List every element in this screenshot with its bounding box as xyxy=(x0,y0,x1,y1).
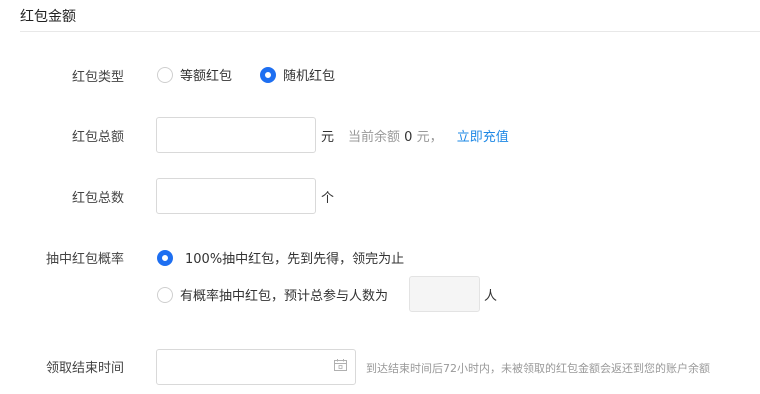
radio-circle xyxy=(157,66,173,83)
radio-label: 随机红包 xyxy=(283,69,336,84)
recharge-link[interactable]: 立即充值 xyxy=(457,130,509,145)
end-time-hint: 到达结束时间后72小时内，未被领取的红包金额会返还到您的账户余额 xyxy=(366,362,710,375)
calendar-icon xyxy=(334,359,347,371)
radio-circle-checked xyxy=(157,249,173,266)
balance-prefix: 当前余额 xyxy=(348,130,401,145)
end-time-label: 领取结束时间 xyxy=(45,361,124,376)
radio-circle xyxy=(157,286,173,303)
count-unit: 个 xyxy=(321,191,335,206)
radio-probability-full[interactable]: 100%抽中红包，先到先得，领完为止 xyxy=(157,248,404,267)
participant-unit: 人 xyxy=(484,289,498,304)
amount-unit: 元 xyxy=(321,130,335,145)
total-count-input[interactable] xyxy=(156,178,316,214)
radio-equal-amount[interactable]: 等额红包 xyxy=(157,65,232,84)
radio-random-amount[interactable]: 随机红包 xyxy=(260,65,335,84)
participant-count-input[interactable] xyxy=(409,276,480,312)
total-amount-input[interactable] xyxy=(156,117,316,153)
radio-probability-partial[interactable]: 有概率抽中红包，预计总参与人数为 xyxy=(157,285,388,304)
radio-label: 100%抽中红包，先到先得，领完为止 xyxy=(185,252,405,267)
radio-circle-checked xyxy=(260,66,276,83)
section-divider xyxy=(20,31,760,32)
red-packet-type-label: 红包类型 xyxy=(71,70,124,85)
total-amount-label: 红包总额 xyxy=(71,130,124,145)
section-title: 红包金额 xyxy=(20,9,76,25)
end-time-date-picker[interactable] xyxy=(156,349,356,385)
balance-info: 当前余额 0 元， 立即充值 xyxy=(348,126,509,145)
radio-label: 有概率抽中红包，预计总参与人数为 xyxy=(180,289,389,304)
balance-suffix: 元， xyxy=(416,130,443,145)
total-count-label: 红包总数 xyxy=(71,191,124,206)
balance-value: 0 xyxy=(404,130,413,145)
probability-label: 抽中红包概率 xyxy=(45,252,124,267)
radio-label: 等额红包 xyxy=(180,69,233,84)
